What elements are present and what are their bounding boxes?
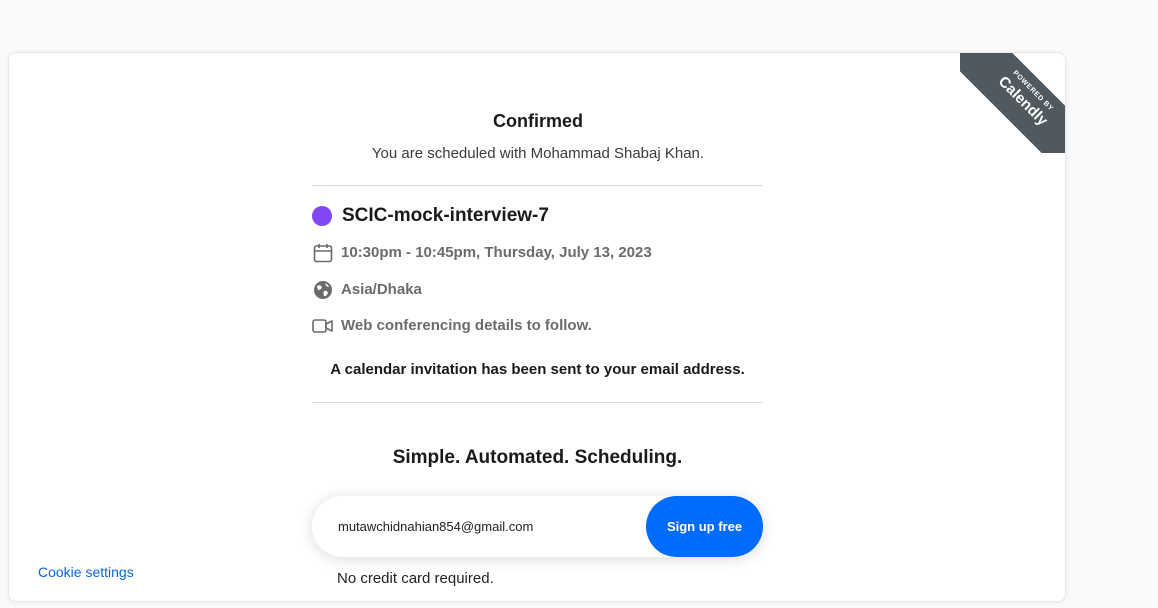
event-name: SCIC-mock-interview-7 — [342, 205, 549, 226]
invitation-notice: A calendar invitation has been sent to y… — [330, 361, 745, 378]
page-subtitle: You are scheduled with Mohammad Shabaj K… — [371, 145, 705, 162]
badge-ribbon[interactable]: POWERED BY Calendly — [960, 53, 1065, 153]
event-title-row: SCIC-mock-interview-7 — [312, 205, 549, 227]
event-timezone-row: Asia/Dhaka — [312, 279, 422, 300]
top-divider — [312, 185, 763, 186]
promo-slogan: Simple. Automated. Scheduling. — [392, 447, 683, 468]
cookie-settings-link[interactable]: Cookie settings — [38, 564, 134, 580]
event-datetime: 10:30pm - 10:45pm, Thursday, July 13, 20… — [341, 244, 652, 261]
globe-icon — [312, 279, 333, 300]
confirmation-card: POWERED BY Calendly Confirmed You are sc… — [8, 52, 1066, 602]
bottom-divider — [312, 402, 763, 403]
event-location-row: Web conferencing details to follow. — [312, 315, 592, 336]
sign-up-button[interactable]: Sign up free — [646, 496, 763, 557]
powered-by-badge[interactable]: POWERED BY Calendly — [960, 53, 1065, 153]
event-color-dot — [312, 206, 332, 226]
no-credit-card-note: No credit card required. — [337, 570, 494, 587]
video-camera-icon — [312, 315, 333, 336]
signup-form: mutawchidnahian854@gmail.com Sign up fre… — [312, 496, 763, 557]
calendar-icon — [312, 242, 333, 263]
event-timezone: Asia/Dhaka — [341, 281, 422, 298]
event-datetime-row: 10:30pm - 10:45pm, Thursday, July 13, 20… — [312, 242, 652, 263]
event-location: Web conferencing details to follow. — [341, 317, 592, 334]
page-title: Confirmed — [493, 111, 583, 131]
email-field[interactable]: mutawchidnahian854@gmail.com — [338, 496, 533, 557]
